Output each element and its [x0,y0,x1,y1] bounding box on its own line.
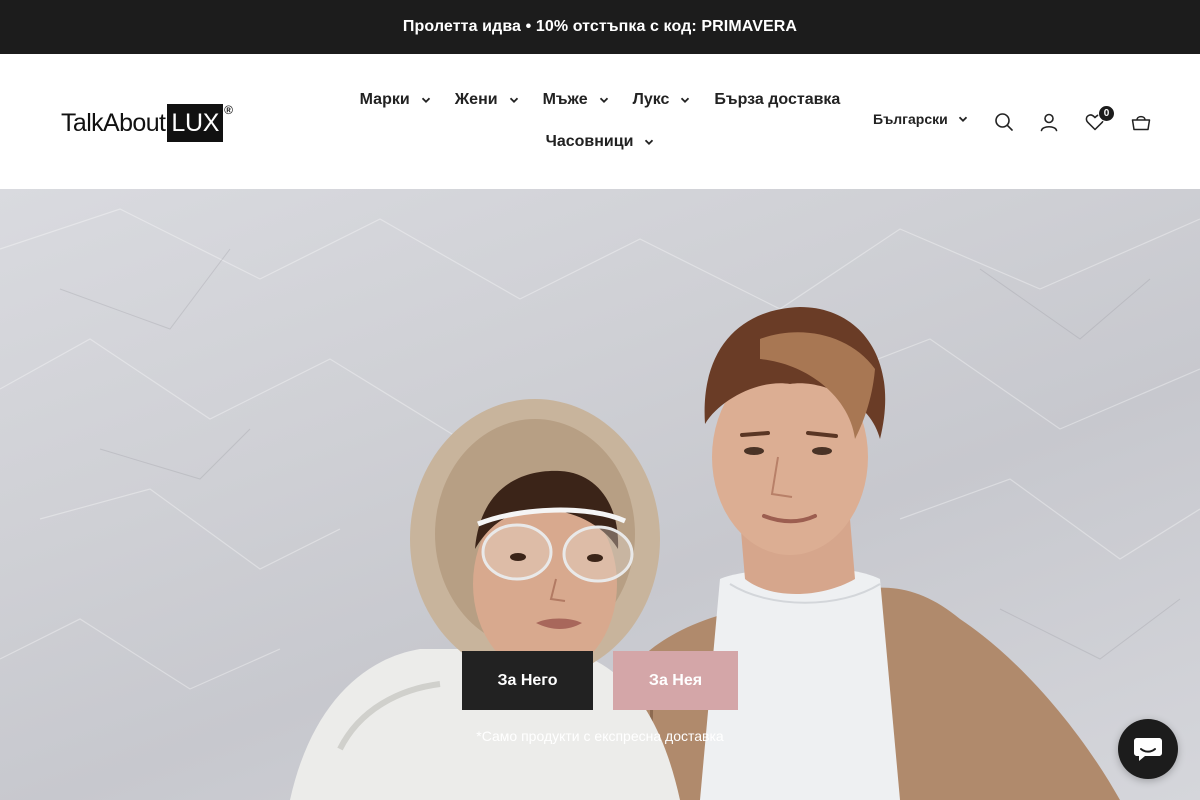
express-delivery-note: *Само продукти с експресна доставка [476,728,724,744]
nav-item-label: Бърза доставка [714,91,841,108]
site-logo[interactable]: TalkAbout LUX ® [61,103,233,143]
nav-item-brands[interactable]: Марки [360,91,431,109]
nav-item-label: Лукс [632,91,670,108]
chevron-down-icon [421,95,431,105]
announcement-bar: Пролетта идва • 10% отстъпка с код: PRIM… [0,0,1200,54]
for-her-button[interactable]: За Нея [613,651,738,710]
logo-registered-mark: ® [224,103,233,117]
nav-item-label: Марки [359,91,410,108]
hero-banner: За Него За Нея *Само продукти с експресн… [0,189,1200,800]
chat-launcher-button[interactable] [1118,719,1178,779]
chevron-down-icon [599,95,609,105]
chevron-down-icon [509,95,519,105]
announcement-text: Пролетта идва • 10% отстъпка с код: PRIM… [402,18,798,35]
language-label: Български [873,111,948,127]
logo-text-part1: TalkAbout [61,108,166,137]
nav-item-men[interactable]: Мъже [543,91,609,109]
chevron-down-icon [644,137,654,147]
logo-text-part2: LUX [167,104,224,142]
nav-row-1: Марки Жени Мъже Лукс Бърза доставка [340,82,860,118]
hero-image [0,208,1200,800]
nav-item-label: Жени [454,91,498,108]
language-selector[interactable]: Български [873,111,968,127]
nav-item-luxury[interactable]: Лукс [633,91,691,109]
chevron-down-icon [680,95,690,105]
nav-item-label: Часовници [545,133,634,150]
wishlist-count-badge: 0 [1098,105,1115,122]
for-him-button[interactable]: За Него [462,651,593,710]
account-icon[interactable] [1037,110,1061,134]
chat-bubble-icon [1133,735,1163,763]
chevron-down-icon [958,114,968,124]
site-header: TalkAbout LUX ® Марки Жени Мъже Лукс Бър… [0,54,1200,189]
cart-basket-icon[interactable] [1129,110,1153,134]
nav-item-watches[interactable]: Часовници [546,133,655,151]
nav-row-2: Часовници [340,124,860,160]
main-navigation: Марки Жени Мъже Лукс Бърза доставка Часо… [340,82,860,160]
nav-item-label: Мъже [542,91,588,108]
search-icon[interactable] [992,110,1016,134]
nav-item-women[interactable]: Жени [455,91,519,109]
nav-item-fast-delivery[interactable]: Бърза доставка [714,91,840,109]
